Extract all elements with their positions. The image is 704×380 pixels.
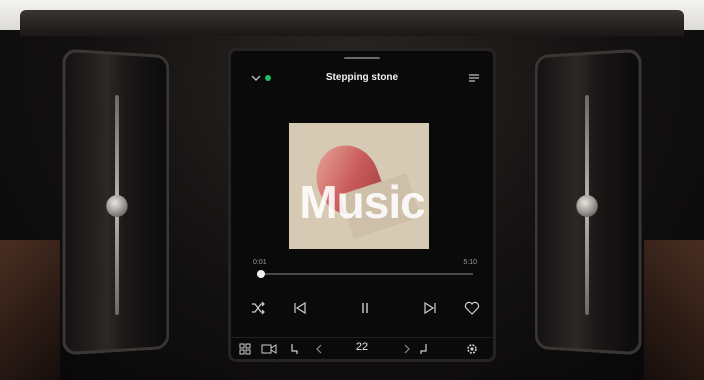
dashboard-panel (20, 10, 684, 36)
chevron-down-icon[interactable] (249, 71, 263, 85)
air-vent-right (535, 49, 642, 356)
seat-heat-icon[interactable] (419, 342, 429, 356)
progress-bar[interactable] (257, 273, 473, 275)
vent-knob[interactable] (576, 195, 597, 217)
spotify-icon (265, 75, 271, 81)
music-overlay-title: Music (231, 175, 493, 229)
track-title: Stepping stone (326, 72, 398, 83)
status-bar (231, 51, 493, 65)
pause-icon[interactable] (356, 299, 374, 317)
grid-icon[interactable] (239, 342, 251, 356)
settings-icon[interactable] (465, 342, 479, 356)
now-playing-header: Stepping stone (231, 69, 493, 87)
wood-trim-right (644, 240, 704, 380)
air-vent-left (62, 49, 169, 356)
infotainment-screen: Stepping stone Music 0:01 5:10 22 (228, 48, 496, 362)
vent-knob[interactable] (106, 195, 127, 217)
temp-up-icon[interactable] (403, 342, 411, 356)
temp-down-icon[interactable] (315, 342, 323, 356)
wood-trim-left (0, 240, 60, 380)
camera-icon[interactable] (261, 342, 277, 356)
queue-icon[interactable] (467, 71, 481, 85)
previous-track-icon[interactable] (291, 299, 309, 317)
temperature-readout[interactable]: 22 (356, 341, 368, 353)
seat-heat-icon[interactable] (289, 342, 299, 356)
climate-bar: 22 (231, 337, 493, 360)
progress-handle[interactable] (257, 270, 265, 278)
heart-icon[interactable] (463, 299, 481, 317)
track-duration: 5:10 (463, 259, 477, 266)
notification-handle[interactable] (344, 57, 380, 59)
elapsed-time: 0:01 (253, 259, 267, 266)
playback-controls (231, 299, 493, 319)
shuffle-icon[interactable] (249, 299, 267, 317)
temperature-value: 22 (356, 341, 368, 353)
next-track-icon[interactable] (421, 299, 439, 317)
time-row: 0:01 5:10 (253, 259, 477, 269)
